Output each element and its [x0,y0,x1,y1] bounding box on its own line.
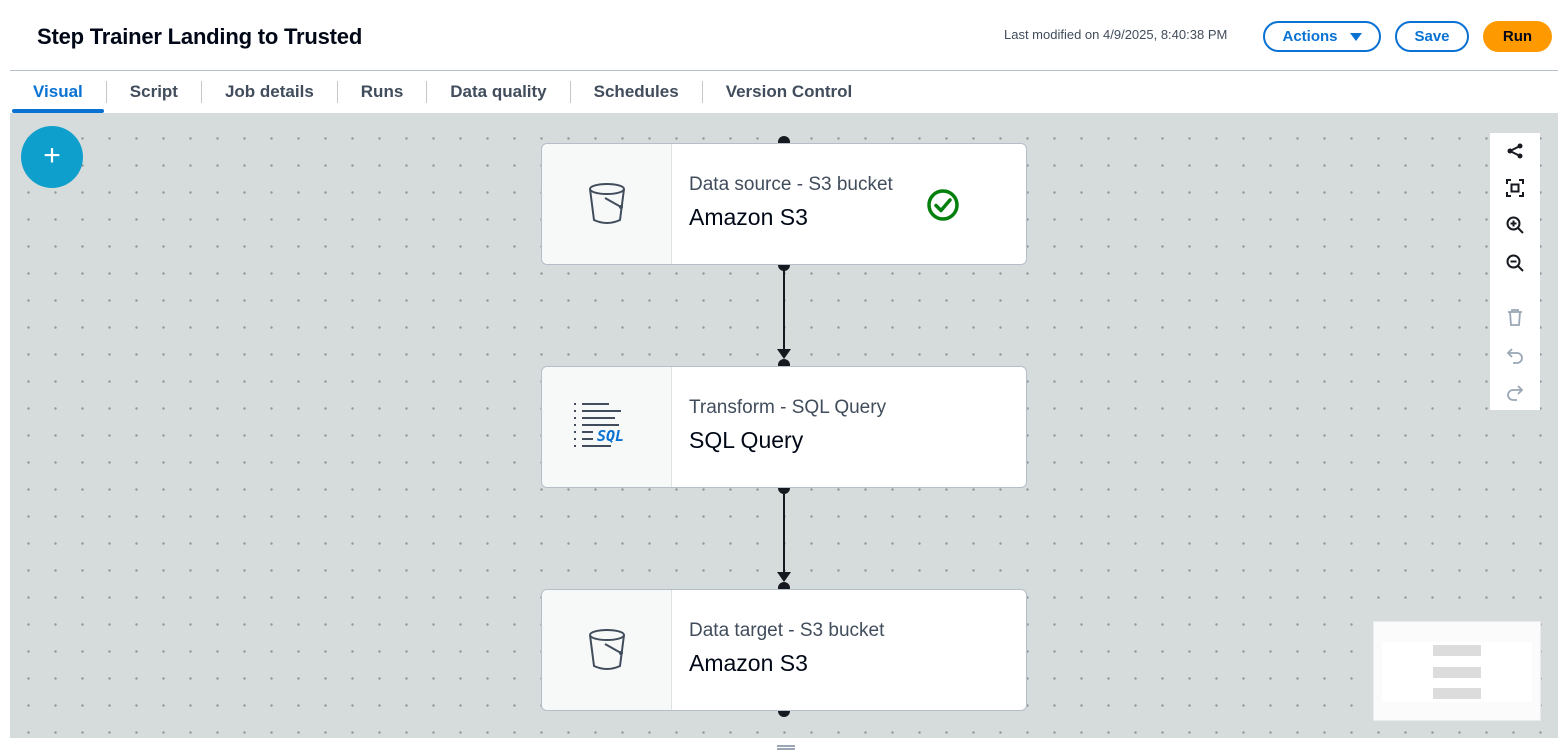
sql-icon-text: SQL [597,427,624,445]
redo-icon[interactable] [1503,380,1527,404]
tab-runs[interactable]: Runs [338,71,427,113]
check-circle-icon [927,189,959,221]
edge-source-to-transform[interactable] [783,265,785,353]
job-tabs: Visual Script Job details Runs Data qual… [10,71,875,113]
node-name-label: Amazon S3 [689,204,808,230]
last-modified-text: Last modified on 4/9/2025, 8:40:38 PM [1004,27,1228,42]
minimap-node [1433,688,1481,699]
sql-query-icon: SQL [573,403,624,447]
zoom-out-icon[interactable] [1503,251,1527,275]
tab-schedules[interactable]: Schedules [571,71,702,113]
tab-job-details[interactable]: Job details [202,71,337,113]
node-data-target[interactable]: Data target - S3 bucket Amazon S3 [541,589,1027,711]
node-name-label: Amazon S3 [689,650,808,676]
layout-icon[interactable] [1503,139,1527,163]
s3-bucket-icon [588,629,625,670]
edge-arrow [777,572,791,582]
canvas-minimap[interactable] [1373,621,1541,721]
node-kind-label: Transform - SQL Query [689,397,887,418]
add-node-button[interactable]: + [21,126,83,188]
delete-icon[interactable] [1503,305,1527,329]
caret-down-icon [1349,32,1362,41]
job-header: Step Trainer Landing to Trusted Last mod… [0,0,1558,70]
minimap-node [1433,667,1481,678]
s3-bucket-icon [588,183,625,224]
zoom-in-icon[interactable] [1503,213,1527,237]
save-button[interactable]: Save [1395,21,1469,52]
node-name-label: SQL Query [689,427,804,453]
fit-to-screen-icon[interactable] [1503,176,1527,200]
edge-transform-to-target[interactable] [783,488,785,576]
bottom-panel-bar [10,738,1558,750]
plus-icon: + [43,138,61,172]
canvas-toolbar [1490,133,1540,410]
tab-version-control[interactable]: Version Control [703,71,876,113]
node-data-source[interactable]: Data source - S3 bucket Amazon S3 [541,143,1027,265]
panel-drag-handle[interactable] [777,745,795,747]
minimap-viewport [1382,642,1532,702]
actions-button-label: Actions [1282,28,1338,45]
run-button[interactable]: Run [1483,21,1552,52]
undo-icon[interactable] [1503,343,1527,367]
node-transform[interactable]: SQL Transform - SQL Query SQL Query [541,366,1027,488]
tab-script[interactable]: Script [107,71,201,113]
page-title: Step Trainer Landing to Trusted [37,24,363,49]
tab-data-quality[interactable]: Data quality [427,71,569,113]
node-kind-label: Data source - S3 bucket [689,174,893,195]
node-kind-label: Data target - S3 bucket [689,620,885,641]
tab-visual[interactable]: Visual [10,71,106,113]
visual-canvas[interactable]: + Data source - S3 bucket Amazon S3 SQL … [10,113,1558,738]
actions-button[interactable]: Actions [1263,21,1381,52]
minimap-node [1433,645,1481,656]
edge-arrow [777,349,791,359]
